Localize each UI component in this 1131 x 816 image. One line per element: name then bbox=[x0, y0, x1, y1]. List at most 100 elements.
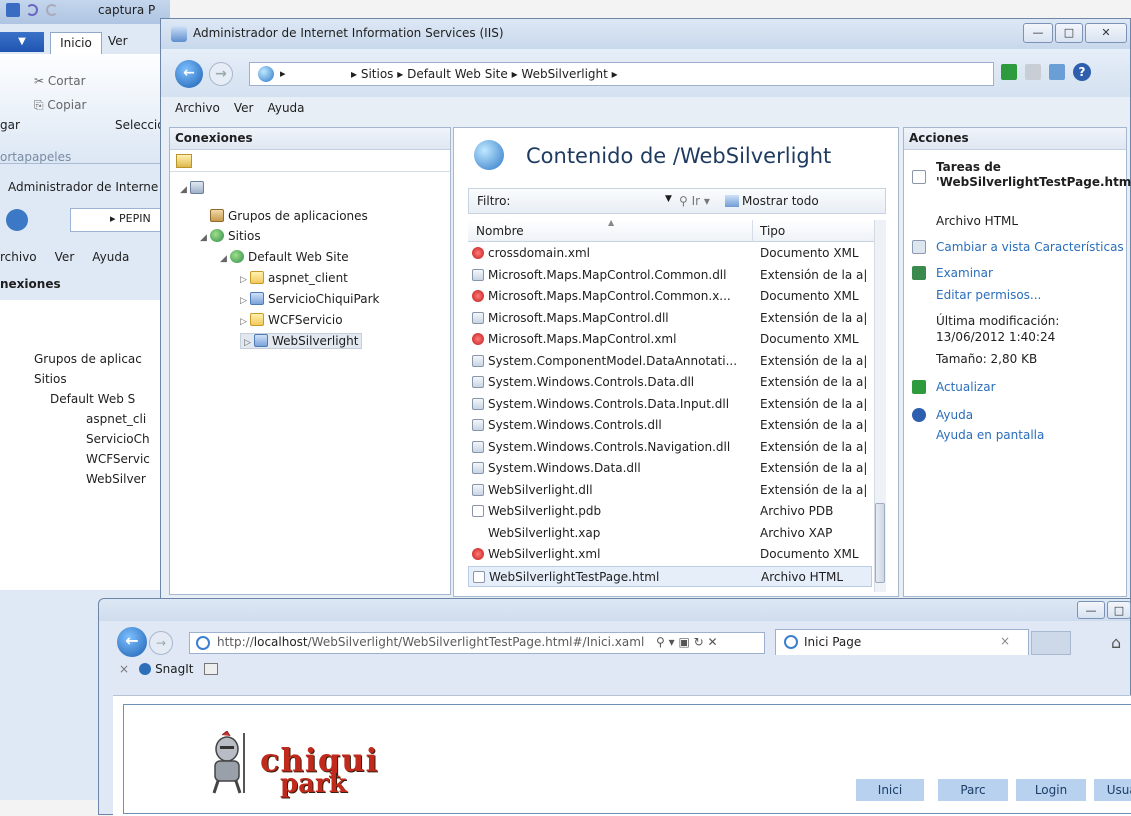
breadcrumb-root-arrow[interactable]: ▸ bbox=[280, 67, 286, 80]
file-row[interactable]: System.ComponentModel.DataAnnotati... Ext… bbox=[468, 351, 872, 373]
column-divider[interactable] bbox=[752, 220, 753, 242]
scrollbar-thumb[interactable] bbox=[875, 503, 885, 583]
menu-ver[interactable]: Ver bbox=[234, 101, 254, 115]
paint-image-menu-item: Ayuda bbox=[92, 250, 130, 264]
tree-app-pools[interactable]: Grupos de aplicaciones bbox=[210, 209, 368, 223]
change-to-features-view-link[interactable]: Cambiar a vista Características bbox=[936, 240, 1124, 254]
file-row[interactable]: WebSilverlight.xml Documento XML bbox=[468, 544, 872, 566]
file-row[interactable]: WebSilverlight.xap Archivo XAP bbox=[468, 523, 872, 545]
browser-forward-button[interactable]: → bbox=[149, 631, 173, 655]
nav-usuaris-button[interactable]: Usuaris bbox=[1094, 779, 1131, 801]
browser-tab[interactable]: Inici Page × bbox=[775, 629, 1029, 655]
actions-header: Acciones bbox=[904, 128, 1126, 150]
breadcrumb[interactable]: ▸ Sitios ▸ Default Web Site ▸ WebSilverl… bbox=[351, 67, 618, 81]
undo-icon[interactable] bbox=[26, 4, 38, 16]
paint-file-menu-button[interactable]: ▼ bbox=[0, 32, 44, 52]
go-button[interactable]: ⚲ Ir ▾ bbox=[679, 194, 710, 208]
tree-aspnet-client[interactable]: ▷ aspnet_client bbox=[240, 271, 348, 285]
explore-link[interactable]: Examinar bbox=[936, 266, 993, 280]
menu-archivo[interactable]: Archivo bbox=[175, 101, 220, 115]
file-row[interactable]: WebSilverlightTestPage.html Archivo HTML bbox=[468, 565, 872, 587]
help-link[interactable]: Ayuda bbox=[936, 408, 973, 422]
close-button[interactable]: ✕ bbox=[1085, 23, 1127, 43]
paint-tab-ver[interactable]: Ver bbox=[108, 34, 128, 48]
file-row[interactable]: Microsoft.Maps.MapControl.Common.dll Exte… bbox=[468, 265, 872, 287]
tree-servicio-chiquipark[interactable]: ▷ ServicioChiquiPark bbox=[240, 292, 379, 306]
minimize-button[interactable]: — bbox=[1023, 23, 1053, 43]
tab-page-icon bbox=[784, 635, 798, 649]
dll-file-icon bbox=[472, 419, 484, 431]
application-icon bbox=[250, 292, 264, 305]
file-name: WebSilverlight.pdb bbox=[472, 504, 752, 518]
file-name: System.Windows.Data.dll bbox=[472, 461, 752, 475]
file-name: System.Windows.Controls.Data.Input.dll bbox=[472, 397, 752, 411]
toolbar-close-button[interactable]: × bbox=[119, 662, 129, 676]
file-name: WebSilverlightTestPage.html bbox=[473, 570, 753, 584]
column-header-nombre[interactable]: Nombre bbox=[476, 224, 524, 238]
xml-file-icon bbox=[472, 548, 484, 560]
tab-close-button[interactable]: × bbox=[1000, 634, 1010, 648]
address-bar-icons[interactable]: ⚲ ▾ ▣ ↻ ✕ bbox=[656, 635, 718, 649]
nav-inici-button[interactable]: Inici bbox=[856, 779, 924, 801]
file-type: Extensión de la a| bbox=[760, 461, 868, 475]
tree-server[interactable]: ◢ bbox=[180, 181, 208, 195]
paint-copy-button[interactable]: ⎘ Copiar bbox=[34, 98, 86, 113]
browser-back-button[interactable]: ← bbox=[117, 627, 147, 657]
refresh-link[interactable]: Actualizar bbox=[936, 380, 996, 394]
online-help-link[interactable]: Ayuda en pantalla bbox=[936, 428, 1044, 442]
maximize-button[interactable]: □ bbox=[1055, 23, 1083, 43]
file-row[interactable]: Microsoft.Maps.MapControl.dll Extensión d… bbox=[468, 308, 872, 330]
file-row[interactable]: System.Windows.Controls.Data.dll Extensió… bbox=[468, 372, 872, 394]
browser-minimize-button[interactable]: — bbox=[1077, 601, 1105, 619]
tab-title: Inici Page bbox=[804, 635, 862, 649]
file-name: crossdomain.xml bbox=[472, 246, 752, 260]
file-row[interactable]: System.Windows.Data.dll Extensión de la a… bbox=[468, 458, 872, 480]
iis-toolbar-icons: ? bbox=[1001, 63, 1091, 81]
nav-login-button[interactable]: Login bbox=[1016, 779, 1086, 801]
forward-button[interactable]: → bbox=[209, 62, 233, 86]
file-row[interactable]: System.Windows.Controls.Data.Input.dll Ex… bbox=[468, 394, 872, 416]
snagit-button[interactable]: SnagIt bbox=[155, 662, 193, 676]
browser-maximize-button[interactable]: □ bbox=[1107, 601, 1131, 619]
tree-wcfservicio[interactable]: ▷ WCFServicio bbox=[240, 313, 343, 327]
browser-url[interactable]: http://localhost/WebSilverlight/WebSilve… bbox=[217, 635, 644, 649]
paint-paste-button[interactable]: gar bbox=[0, 118, 20, 132]
nav-parc-button[interactable]: Parc bbox=[938, 779, 1008, 801]
paint-tab-inicio[interactable]: Inicio bbox=[50, 32, 102, 54]
tree-default-site[interactable]: ◢ Default Web Site bbox=[220, 250, 349, 264]
file-row[interactable]: Microsoft.Maps.MapControl.xml Documento X… bbox=[468, 329, 872, 351]
file-row[interactable]: Microsoft.Maps.MapControl.Common.x... Doc… bbox=[468, 286, 872, 308]
home-icon[interactable] bbox=[1049, 64, 1065, 80]
edit-permissions-link[interactable]: Editar permisos... bbox=[936, 288, 1041, 302]
content-view-icon bbox=[474, 140, 504, 170]
paint-tree-item: WebSilver bbox=[86, 472, 146, 486]
paint-tree-item: ServicioCh bbox=[86, 432, 150, 446]
paint-cut-button[interactable]: ✂ Cortar bbox=[34, 74, 86, 88]
paint-image-menu-item: rchivo bbox=[0, 250, 37, 264]
back-button[interactable]: ← bbox=[175, 60, 203, 88]
redo-icon[interactable] bbox=[46, 4, 58, 16]
tree-sites[interactable]: ◢ Sitios bbox=[200, 229, 261, 243]
stop-icon[interactable] bbox=[1025, 64, 1041, 80]
tree-websilverlight[interactable]: ▷ WebSilverlight bbox=[240, 333, 363, 349]
show-all-button[interactable]: Mostrar todo bbox=[725, 194, 819, 208]
file-row[interactable]: System.Windows.Controls.Navigation.dll Ex… bbox=[468, 437, 872, 459]
file-row[interactable]: System.Windows.Controls.dll Extensión de … bbox=[468, 415, 872, 437]
column-header-tipo[interactable]: Tipo bbox=[760, 224, 785, 238]
menu-ayuda[interactable]: Ayuda bbox=[267, 101, 304, 115]
add-connection-icon[interactable] bbox=[176, 154, 192, 168]
filter-input[interactable] bbox=[531, 191, 661, 211]
file-row[interactable]: crossdomain.xml Documento XML bbox=[468, 243, 872, 265]
file-row[interactable]: WebSilverlight.pdb Archivo PDB bbox=[468, 501, 872, 523]
snagit-window-icon[interactable] bbox=[203, 663, 218, 675]
save-icon[interactable] bbox=[6, 3, 20, 17]
file-row[interactable]: WebSilverlight.dll Extensión de la a| bbox=[468, 480, 872, 502]
paint-select-button[interactable]: Seleccio bbox=[115, 118, 165, 132]
home-icon[interactable]: ⌂ bbox=[1111, 633, 1121, 652]
file-type: Documento XML bbox=[760, 332, 859, 346]
help-icon[interactable]: ? bbox=[1073, 63, 1091, 81]
refresh-icon[interactable] bbox=[1001, 64, 1017, 80]
file-type: Extensión de la a| bbox=[760, 418, 868, 432]
new-tab-button[interactable] bbox=[1031, 631, 1071, 655]
filter-dropdown-icon[interactable]: ▼ bbox=[665, 194, 672, 204]
